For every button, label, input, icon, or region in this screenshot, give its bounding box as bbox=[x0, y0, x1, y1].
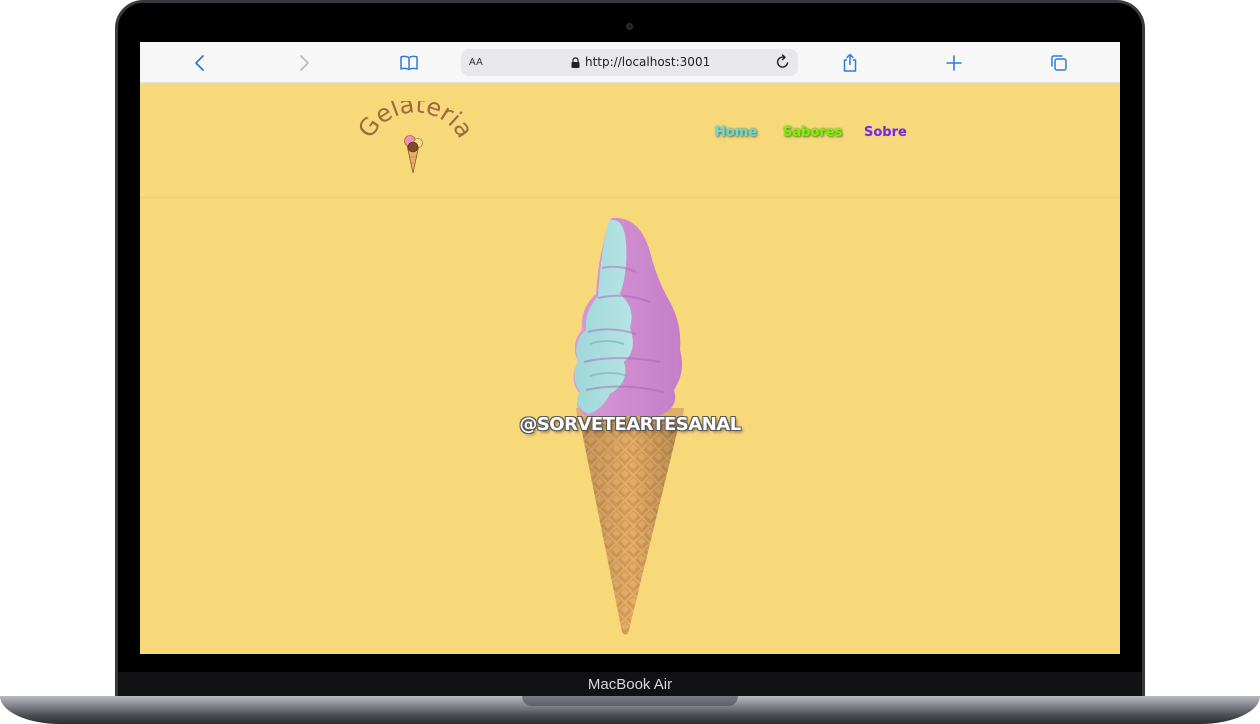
nav-home[interactable]: Home bbox=[715, 125, 757, 140]
tabs-icon[interactable] bbox=[1048, 52, 1070, 74]
back-icon[interactable] bbox=[189, 52, 211, 74]
new-tab-icon[interactable] bbox=[943, 52, 965, 74]
text-size-button[interactable]: AA bbox=[469, 57, 483, 68]
site-header: Gelateria Home Sabores Sobre bbox=[140, 83, 1120, 198]
hero-handle-text: @SORVETEARTESANAL bbox=[519, 414, 741, 435]
logo-text: Gelateria bbox=[358, 101, 473, 143]
lock-icon bbox=[571, 56, 580, 68]
bookmarks-icon[interactable] bbox=[398, 52, 420, 74]
url-text: http://localhost:3001 bbox=[585, 55, 711, 69]
url-display: http://localhost:3001 bbox=[571, 55, 710, 69]
laptop-base-notch bbox=[522, 696, 738, 706]
browser-screen: AA http://localhost:3001 elateri Home Sa… bbox=[140, 42, 1120, 654]
forward-icon[interactable] bbox=[293, 52, 315, 74]
reload-icon[interactable] bbox=[774, 53, 792, 71]
share-icon[interactable] bbox=[839, 52, 861, 74]
device-label: MacBook Air bbox=[587, 676, 673, 693]
logo[interactable]: Gelateria bbox=[358, 101, 473, 179]
ice-cream-icon bbox=[404, 135, 423, 174]
nav-sobre[interactable]: Sobre bbox=[864, 125, 907, 140]
nav-sabores[interactable]: Sabores bbox=[783, 125, 842, 140]
camera-icon bbox=[626, 23, 633, 30]
address-bar[interactable]: AA http://localhost:3001 bbox=[461, 49, 798, 76]
browser-toolbar: AA http://localhost:3001 bbox=[140, 42, 1120, 83]
